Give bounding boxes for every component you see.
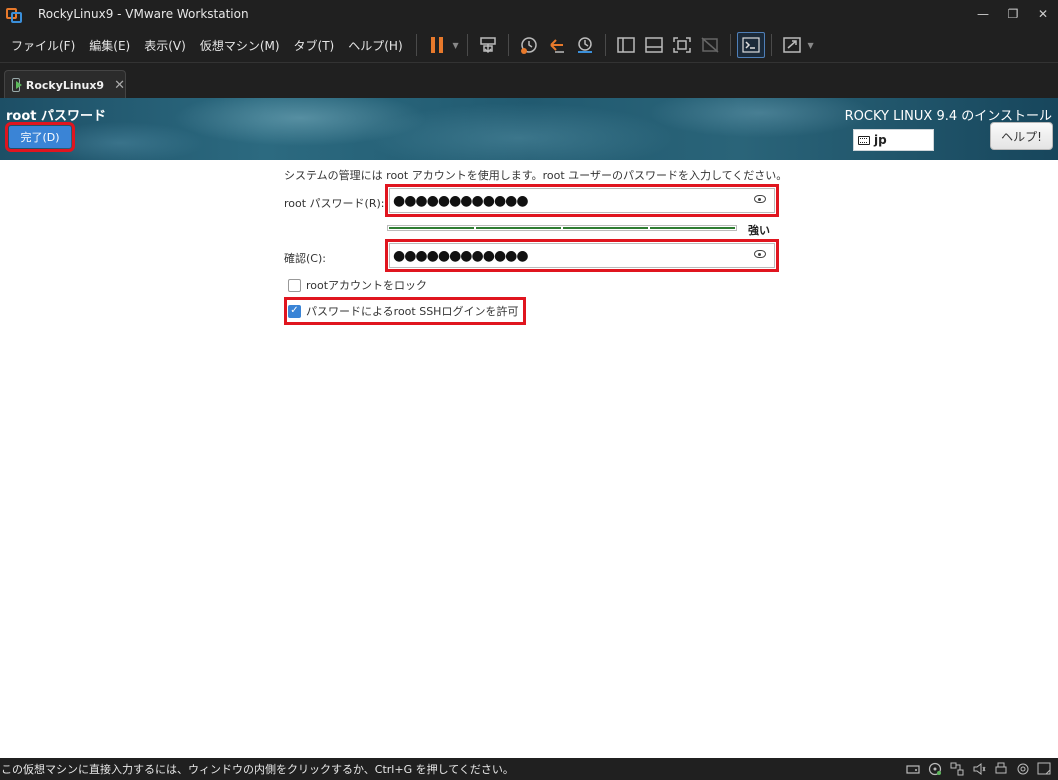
toolbar-divider xyxy=(507,34,509,56)
vmware-logo-icon xyxy=(6,5,24,23)
printer-icon[interactable] xyxy=(992,760,1010,778)
menu-toolbar: ファイル(F) 編集(E) 表示(V) 仮想マシン(M) タブ(T) ヘルプ(H… xyxy=(0,28,1058,62)
network-adapter-icon[interactable] xyxy=(948,760,966,778)
menu-vm[interactable]: 仮想マシン(M) xyxy=(193,33,287,57)
guest-console[interactable]: root パスワード 完了(D) ROCKY LINUX 9.4 のインストール… xyxy=(0,98,1058,758)
allow-root-ssh-label: パスワードによるroot SSHログインを許可 xyxy=(306,305,519,318)
confirm-password-label: 確認(C): xyxy=(284,252,326,265)
stretch-guest-icon[interactable] xyxy=(778,32,806,58)
menu-view[interactable]: 表示(V) xyxy=(137,33,193,57)
root-password-field[interactable]: ●●●●●●●●●●●● xyxy=(385,184,779,217)
vm-running-icon xyxy=(12,78,22,92)
snapshot-icon[interactable] xyxy=(515,32,543,58)
instructions-text: システムの管理には root アカウントを使用します。root ユーザーのパスワ… xyxy=(284,169,788,182)
lock-root-row[interactable]: rootアカウントをロック xyxy=(288,277,427,293)
tab-close-icon[interactable]: ✕ xyxy=(114,78,125,93)
root-password-value: ●●●●●●●●●●●● xyxy=(393,192,529,209)
confirm-password-field[interactable]: ●●●●●●●●●●●● xyxy=(385,239,779,272)
help-button[interactable]: ヘルプ! xyxy=(990,122,1053,150)
menu-tabs[interactable]: タブ(T) xyxy=(287,33,342,57)
tab-label: RockyLinux9 xyxy=(25,78,105,92)
toolbar-divider xyxy=(604,34,606,56)
minimize-button[interactable]: — xyxy=(968,0,998,28)
menu-edit[interactable]: 編集(E) xyxy=(82,33,137,57)
revert-snapshot-icon[interactable] xyxy=(543,32,571,58)
fullscreen-icon[interactable] xyxy=(668,32,696,58)
snapshot-manager-icon[interactable] xyxy=(571,32,599,58)
lock-root-checkbox[interactable] xyxy=(288,278,301,292)
keyboard-layout-indicator[interactable]: jp xyxy=(853,129,934,151)
keyboard-icon xyxy=(858,135,870,145)
status-bar: この仮想マシンに直接入力するには、ウィンドウの内側をクリックするか、Ctrl+G… xyxy=(0,758,1058,780)
pause-icon[interactable] xyxy=(423,32,451,58)
password-form: システムの管理には root アカウントを使用します。root ユーザーのパスワ… xyxy=(0,160,1058,758)
tab-strip: RockyLinux9 ✕ xyxy=(0,62,1058,99)
power-dropdown-icon[interactable]: ▼ xyxy=(451,41,461,50)
thumbnail-bar-icon[interactable] xyxy=(640,32,668,58)
title-bar: RockyLinux9 - VMware Workstation — ❐ ✕ xyxy=(0,0,1058,28)
strength-segment xyxy=(476,227,561,229)
menu-help[interactable]: ヘルプ(H) xyxy=(341,33,409,57)
spoke-title: root パスワード xyxy=(6,109,107,124)
done-button[interactable]: 完了(D) xyxy=(5,122,75,152)
password-strength-bar xyxy=(387,225,737,231)
hard-disk-icon[interactable] xyxy=(904,760,922,778)
strength-segment xyxy=(389,227,474,229)
strength-segment xyxy=(650,227,735,229)
tab-rockylinux9[interactable]: RockyLinux9 ✕ xyxy=(4,70,126,99)
cd-dvd-icon[interactable] xyxy=(926,760,944,778)
menu-file[interactable]: ファイル(F) xyxy=(4,33,82,57)
display-icon[interactable] xyxy=(1014,760,1032,778)
window-title: RockyLinux9 - VMware Workstation xyxy=(38,7,249,21)
toolbar-divider xyxy=(415,34,417,56)
restore-button[interactable]: ❐ xyxy=(998,0,1028,28)
send-keys-icon[interactable] xyxy=(474,32,502,58)
sound-card-icon[interactable] xyxy=(970,760,988,778)
lock-root-label: rootアカウントをロック xyxy=(306,279,428,292)
toolbar-divider xyxy=(729,34,731,56)
keyboard-layout-label: jp xyxy=(874,133,887,147)
confirm-password-value: ●●●●●●●●●●●● xyxy=(393,247,529,264)
vmware-window: RockyLinux9 - VMware Workstation — ❐ ✕ フ… xyxy=(0,0,1058,780)
status-message: この仮想マシンに直接入力するには、ウィンドウの内側をクリックするか、Ctrl+G… xyxy=(1,763,514,776)
close-window-button[interactable]: ✕ xyxy=(1028,0,1058,28)
vm-message-icon[interactable] xyxy=(1036,760,1054,778)
allow-root-ssh-checkbox[interactable]: ✓ xyxy=(288,304,301,318)
allow-root-ssh-row[interactable]: ✓ パスワードによるroot SSHログインを許可 xyxy=(283,297,527,325)
stretch-dropdown-icon[interactable]: ▼ xyxy=(806,41,816,50)
toolbar-divider xyxy=(466,34,468,56)
device-status-icons xyxy=(904,760,1054,778)
installer-header: root パスワード 完了(D) ROCKY LINUX 9.4 のインストール… xyxy=(0,98,1058,160)
console-view-icon[interactable] xyxy=(736,32,765,58)
unity-icon[interactable] xyxy=(696,32,724,58)
password-strength-label: 強い xyxy=(748,224,770,237)
window-controls: — ❐ ✕ xyxy=(968,0,1058,28)
library-view-icon[interactable] xyxy=(612,32,640,58)
toolbar-divider xyxy=(770,34,772,56)
show-password-icon[interactable] xyxy=(754,195,766,203)
root-password-label: root パスワード(R): xyxy=(284,197,385,210)
strength-segment xyxy=(563,227,648,229)
show-confirm-password-icon[interactable] xyxy=(754,250,766,258)
